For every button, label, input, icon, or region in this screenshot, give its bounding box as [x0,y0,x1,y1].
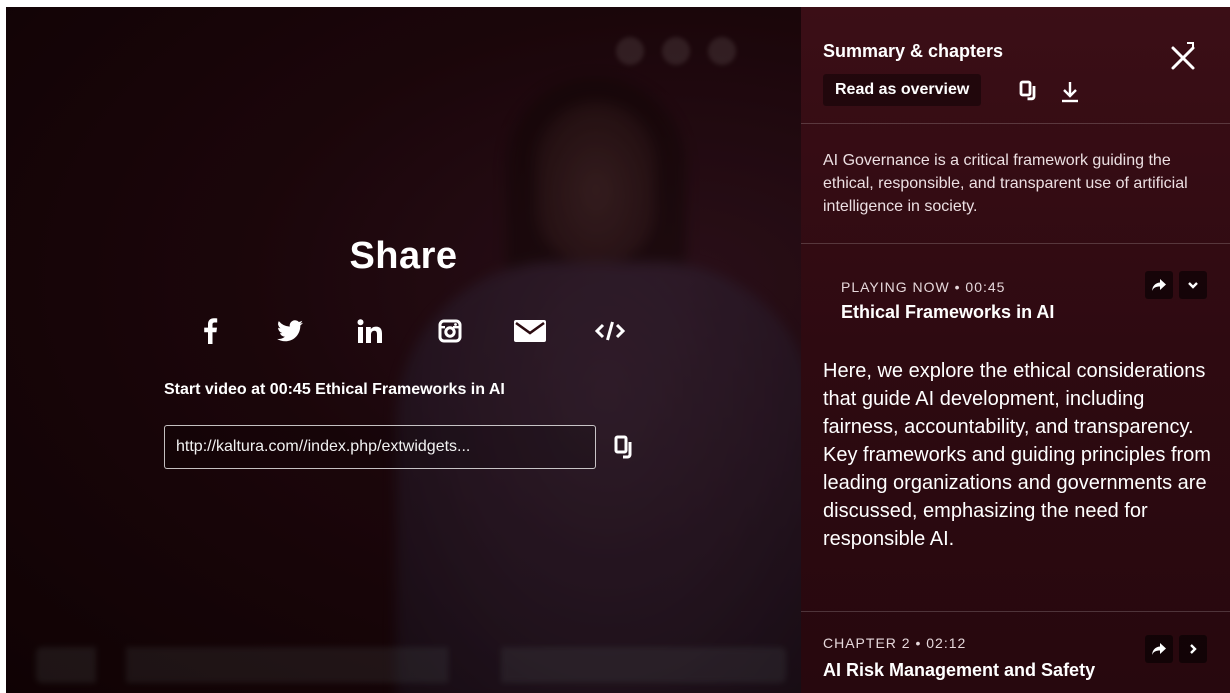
summary-chapters-panel: Summary & chapters Read as overview AI G… [801,7,1230,693]
instagram-icon[interactable] [432,313,468,349]
share-chapter-button[interactable] [1145,635,1173,663]
share-title: Share [349,235,458,277]
divider [801,611,1230,612]
chapter-meta: PLAYING NOW • 00:45 [841,279,1006,295]
start-video-label[interactable]: Start video at 00:45 Ethical Frameworks … [164,381,505,399]
chapter-title[interactable]: AI Risk Management and Safety [823,658,1123,682]
embed-code-icon[interactable] [592,313,628,349]
collapse-chapter-button[interactable] [1179,271,1207,299]
facebook-icon[interactable] [192,313,228,349]
twitter-icon[interactable] [272,313,308,349]
close-icon[interactable] [1167,40,1199,72]
expand-chapter-button[interactable] [1179,635,1207,663]
social-share-row [190,313,630,349]
download-icon[interactable] [1059,79,1081,103]
share-link-value: http://kaltura.com//index.php/extwidgets… [176,438,471,455]
video-player: Share Start video at 00:45 Ethical Frame… [6,7,1230,693]
copy-icon[interactable] [1019,80,1039,102]
read-as-overview-button[interactable]: Read as overview [823,74,982,106]
share-chapter-button[interactable] [1145,271,1173,299]
chapter-description: Here, we explore the ethical considerati… [823,360,1211,550]
linkedin-icon[interactable] [352,313,388,349]
email-icon[interactable] [512,313,548,349]
panel-title: Summary & chapters [823,41,1004,61]
chevron-down-icon [1188,282,1198,289]
share-arrow-icon [1152,643,1166,655]
divider [801,123,1230,124]
share-arrow-icon [1152,279,1166,291]
divider [801,243,1230,244]
overview-summary-text: AI Governance is a critical framework gu… [823,152,1188,215]
chapter-title[interactable]: Ethical Frameworks in AI [841,302,1054,323]
share-link-field[interactable]: http://kaltura.com//index.php/extwidgets… [164,425,596,469]
share-overlay: Share Start video at 00:45 Ethical Frame… [6,7,801,693]
chevron-right-icon [1190,644,1197,654]
copy-icon[interactable] [614,435,636,461]
chapter-meta: CHAPTER 2 • 02:12 [823,635,967,651]
read-as-overview-label: Read as overview [835,81,970,98]
